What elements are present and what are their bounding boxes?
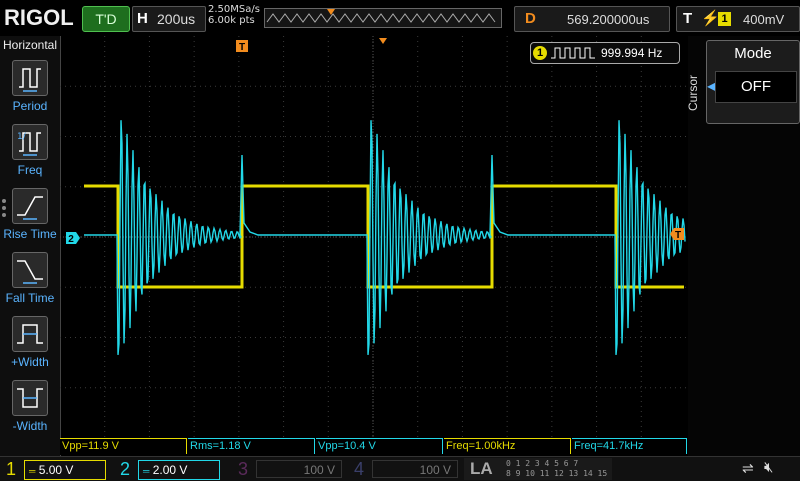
mode-value: OFF [715,71,797,103]
menu-item-label: +Width [11,355,49,369]
menu-item-label: Freq [17,163,43,177]
cursor-side-label: Cursor [686,75,700,112]
delay-box[interactable]: D 569.200000us [514,6,670,32]
memory-wave-icon [266,9,496,23]
ch2-scale-text: 2.00 V [152,463,188,477]
menu-item-positive-width[interactable]: +Width [0,312,60,374]
measurement-ch2-rms[interactable]: Rms=1.18 V [188,438,315,454]
top-status-bar: RIGOL T'D H 200us 2.50MSa/s 6.00k pts D … [0,0,800,36]
menu-item-label: -Width [12,419,48,433]
menu-item-freq[interactable]: 1/ Freq [0,120,60,182]
horizontal-measure-menu: Horizontal Period 1/ Freq Rise Time Fall… [0,36,61,456]
sample-info: 2.50MSa/s 6.00k pts [208,4,260,26]
negative-width-icon [12,380,48,416]
menu-item-label: Rise Time [3,227,57,241]
square-wave-icon [551,47,595,59]
menu-item-label: Fall Time [5,291,55,305]
brand-logo: RIGOL [4,5,74,30]
menu-item-period[interactable]: Period [0,56,60,118]
la-channels-row1: 0 1 2 3 4 5 6 7 [506,459,579,468]
ch1-number[interactable]: 1 [0,457,22,481]
positive-width-icon [12,316,48,352]
logic-analyzer-box[interactable]: LA 0 1 2 3 4 5 6 7 8 9 10 11 12 13 14 15 [464,458,612,480]
ch2-scale[interactable]: ═ 2.00 V [138,460,220,480]
la-label: LA [470,459,493,478]
period-icon [12,60,48,96]
fall-time-icon [12,252,48,288]
center-marker-icon [379,38,387,44]
delay-label: D [525,10,536,27]
measurement-ch1-vpp[interactable]: Vpp=11.9 V [60,438,187,454]
menu-item-label: Period [12,99,48,113]
ch3-number[interactable]: 3 [232,457,254,481]
ch2-marker-text: 2 [68,234,74,245]
measurement-bar: Vpp=11.9 V Rms=1.18 V Vpp=10.4 V Freq=1.… [60,438,688,455]
trigger-level: 400mV [743,12,785,27]
rising-edge-icon: ⚡ [701,10,720,27]
dc-coupling-icon: ═ [29,466,36,476]
ch3-scale[interactable]: 100 V [256,460,342,478]
horizontal-label: H [137,10,148,27]
trigger-box[interactable]: T ⚡ 1 400mV [676,6,800,32]
measurement-ch1-freq[interactable]: Freq=1.00kHz [444,438,571,454]
sample-rate: 2.50MSa/s [208,4,260,15]
speaker-muted-icon[interactable]: 🔇︎ [764,459,773,476]
delay-value: 569.200000us [567,12,650,27]
la-channels-row2: 8 9 10 11 12 13 14 15 [506,469,608,478]
ch1-scale-text: 5.00 V [38,463,74,477]
counter-value: 999.994 Hz [601,46,663,60]
trigger-position-marker: T [236,40,248,53]
ch4-scale[interactable]: 100 V [372,460,458,478]
timebase-value: 200us [157,11,196,27]
channel-status-bar: 1 ═ 5.00 V 2 ═ 2.00 V 3 100 V 4 100 V LA… [0,456,800,481]
timebase-box[interactable]: H 200us [132,6,206,32]
cursor-mode-softkey[interactable]: Mode ◀ OFF [706,40,800,124]
svg-text:1/: 1/ [17,132,27,142]
memory-overview-strip [264,8,502,28]
usb-icon: ⇌ [742,460,754,476]
memory-depth: 6.00k pts [208,15,255,26]
menu-item-negative-width[interactable]: -Width [0,376,60,438]
cursor-menu: Mode ◀ OFF Cursor [686,36,800,456]
counter-channel-badge: 1 [533,46,547,60]
ch2-offset-marker[interactable]: 2 [66,232,80,245]
ch2-number[interactable]: 2 [114,457,136,481]
ch2-waveform [84,120,686,355]
ch4-number[interactable]: 4 [348,457,370,481]
waveform-display[interactable]: T 2 T [60,36,686,438]
dc-coupling-icon: ═ [143,466,150,476]
trigger-label: T [683,10,693,27]
measurement-ch2-vpp[interactable]: Vpp=10.4 V [316,438,443,454]
menu-item-fall-time[interactable]: Fall Time [0,248,60,310]
trigger-level-text: T [675,230,681,241]
menu-title: Horizontal [2,38,58,52]
memory-trigger-marker-icon [327,9,335,15]
freq-icon: 1/ [12,124,48,160]
trigger-source-badge: 1 [718,12,731,26]
ch1-scale[interactable]: ═ 5.00 V [24,460,106,480]
measurement-ch2-freq[interactable]: Freq=41.7kHz [572,438,687,454]
rise-time-icon [12,188,48,224]
trigger-position-text: T [239,42,245,53]
run-state-badge[interactable]: T'D [82,6,130,32]
mode-title: Mode [734,45,772,62]
frequency-counter[interactable]: 1 999.994 Hz [530,42,680,64]
menu-item-rise-time[interactable]: Rise Time [0,184,60,246]
